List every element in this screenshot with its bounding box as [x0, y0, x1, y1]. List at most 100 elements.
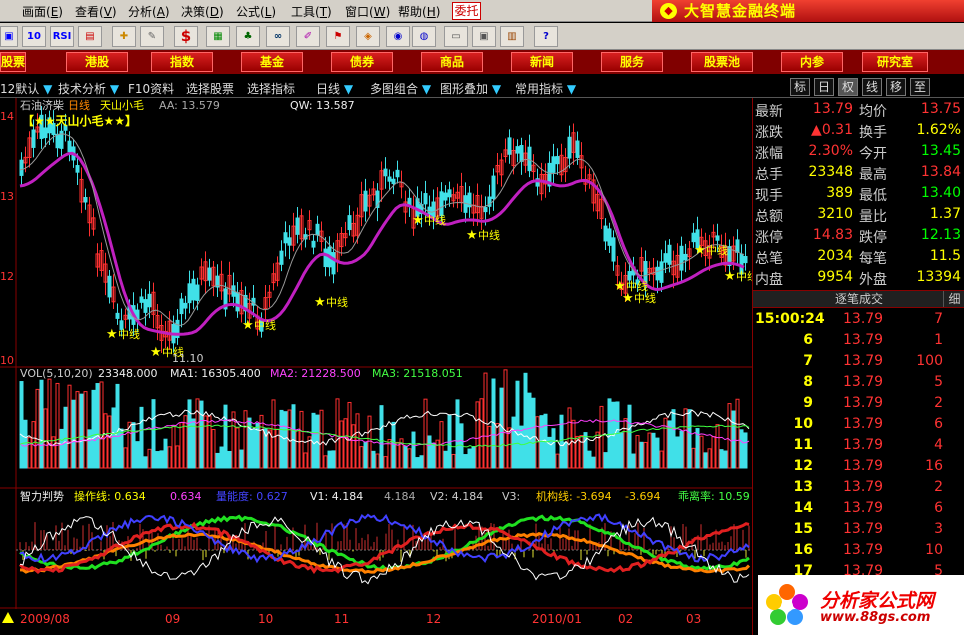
menu-tools[interactable]: 工具(T) [291, 3, 332, 20]
tool-diamond-icon[interactable]: ◈ [356, 26, 380, 47]
layout-select[interactable]: 12默认 ▼ [0, 80, 52, 97]
chart-area[interactable]: ★中线★中线★中线★中线★中线★中线★中线★中线★中线★中线 石油济柴 日线 天… [0, 98, 752, 635]
tool-screen-icon[interactable]: ▣ [0, 26, 18, 47]
tab-rights[interactable]: 权 [838, 78, 858, 96]
volume-bar [523, 372, 528, 469]
volume-bar [619, 432, 624, 469]
period-select[interactable]: 日线 ▼ [316, 80, 353, 97]
common-indicator-menu[interactable]: 常用指标 ▼ [515, 80, 576, 97]
quote-value: 13.84 [920, 164, 961, 180]
tool-chart-icon[interactable]: ◍ [412, 26, 436, 47]
volume-bar [391, 421, 396, 469]
nav-stock[interactable]: 股票 [0, 52, 26, 72]
quote-row: 总笔 2034 每笔 11.5 [753, 248, 964, 269]
quote-label: 总手 [755, 167, 783, 183]
tab-mark[interactable]: 标 [790, 78, 810, 96]
trade-row: 6 13.79 1 [753, 332, 964, 353]
nav-item-hk[interactable]: 港股 [66, 52, 128, 72]
volume-bar [95, 383, 100, 469]
ad-url[interactable]: www.88gs.com [820, 610, 930, 625]
trade-row: 13 13.79 2 [753, 479, 964, 500]
candle-body [383, 168, 388, 177]
trade-price: 13.79 [843, 374, 884, 390]
quote-label: 外盘 [859, 272, 887, 288]
nav-item-commodity[interactable]: 商品 [421, 52, 483, 72]
tool-rsi-button[interactable]: RSI [50, 26, 74, 47]
volume-bar [311, 412, 316, 469]
candle-body [295, 217, 300, 235]
volume-bar [59, 428, 64, 469]
tool-ruler-icon[interactable]: ✎ [140, 26, 164, 47]
nav-item-index[interactable]: 指数 [151, 52, 213, 72]
tab-line[interactable]: 线 [862, 78, 882, 96]
menu-analysis[interactable]: 分析(A) [128, 3, 170, 20]
candle-body [55, 133, 60, 149]
tool-k-icon[interactable]: 10 [22, 26, 46, 47]
overlay-menu[interactable]: 图形叠加 ▼ [440, 80, 501, 97]
nav-item-stockpool[interactable]: 股票池 [691, 52, 753, 72]
multi-chart-menu[interactable]: 多图组合 ▼ [370, 80, 431, 97]
menu-window[interactable]: 窗口(W) [345, 3, 390, 20]
candle-body [683, 253, 688, 261]
vol-label: VOL(5,10,20) [20, 367, 93, 380]
tool-money-icon[interactable]: ▦ [206, 26, 230, 47]
tool-binoculars-icon[interactable]: ∞ [266, 26, 290, 47]
tool-dollar-icon[interactable]: $ [174, 26, 198, 47]
date-label: 03 [686, 612, 701, 626]
volume-bar [583, 432, 588, 469]
tool-pen-icon[interactable]: ✐ [296, 26, 320, 47]
menu-decision[interactable]: 决策(D) [181, 3, 224, 20]
nav-item-insider[interactable]: 内参 [781, 52, 843, 72]
date-label: 11 [334, 612, 349, 626]
tab-to[interactable]: 至 [910, 78, 930, 96]
trade-order-button[interactable]: 委托 [452, 2, 481, 20]
volume-bar [371, 450, 376, 469]
ind-label: 智力判势 [20, 489, 64, 503]
tab-move[interactable]: 移 [886, 78, 906, 96]
menu-formula[interactable]: 公式(L) [236, 3, 276, 20]
volume-bar [159, 450, 164, 469]
volume-bar [187, 399, 192, 469]
tool-window-icon[interactable]: ▣ [472, 26, 496, 47]
nav-item-service[interactable]: 服务 [601, 52, 663, 72]
nav-item-fund[interactable]: 基金 [241, 52, 303, 72]
ind-jigou-2: -3.694 [625, 490, 660, 503]
star-label: 中线 [254, 318, 276, 332]
volume-bar [415, 457, 420, 469]
tool-globe-icon[interactable]: ◉ [386, 26, 410, 47]
volume-bar [19, 381, 24, 469]
menu-help[interactable]: 帮助(H) [398, 3, 440, 20]
volume-bar [39, 379, 44, 469]
f10-button[interactable]: F10资料 [128, 80, 174, 97]
tool-grid-icon[interactable]: ▤ [78, 26, 102, 47]
candle-body [43, 127, 48, 139]
quote-value: 11.5 [929, 248, 961, 264]
trade-time: 9 [803, 395, 813, 411]
tab-day[interactable]: 日 [814, 78, 834, 96]
trade-row: 16 13.79 10 [753, 542, 964, 563]
volume-bar [651, 432, 656, 469]
menu-view[interactable]: 查看(V) [75, 3, 117, 20]
trades-detail-button[interactable]: 细 [943, 291, 964, 307]
candle-body [527, 146, 532, 172]
tool-help-icon[interactable]: ? [534, 26, 558, 47]
volume-bar [63, 406, 68, 469]
date-label: 2010/01 [532, 612, 582, 626]
tech-analysis-menu[interactable]: 技术分析 ▼ [58, 80, 119, 97]
nav-item-bond[interactable]: 债券 [331, 52, 393, 72]
select-indicator-button[interactable]: 选择指标 [247, 80, 295, 97]
nav-item-research[interactable]: 研究室 [862, 52, 928, 72]
tool-print-icon[interactable]: ▭ [444, 26, 468, 47]
tool-cross-icon[interactable]: ✚ [112, 26, 136, 47]
candle-body [183, 302, 188, 309]
date-label: 2009/08 [20, 612, 70, 626]
menu-screen[interactable]: 画面(E) [22, 3, 63, 20]
tool-flag-icon[interactable]: ⚑ [326, 26, 350, 47]
tool-tree-icon[interactable]: ♣ [236, 26, 260, 47]
tool-books-icon[interactable]: ▥ [500, 26, 524, 47]
quote-label: 涨停 [755, 230, 783, 246]
select-stock-button[interactable]: 选择股票 [186, 80, 234, 97]
ind-guaili: 乖离率: 10.59 [678, 489, 750, 503]
nav-item-news[interactable]: 新闻 [511, 52, 573, 72]
volume-bar [591, 456, 596, 469]
